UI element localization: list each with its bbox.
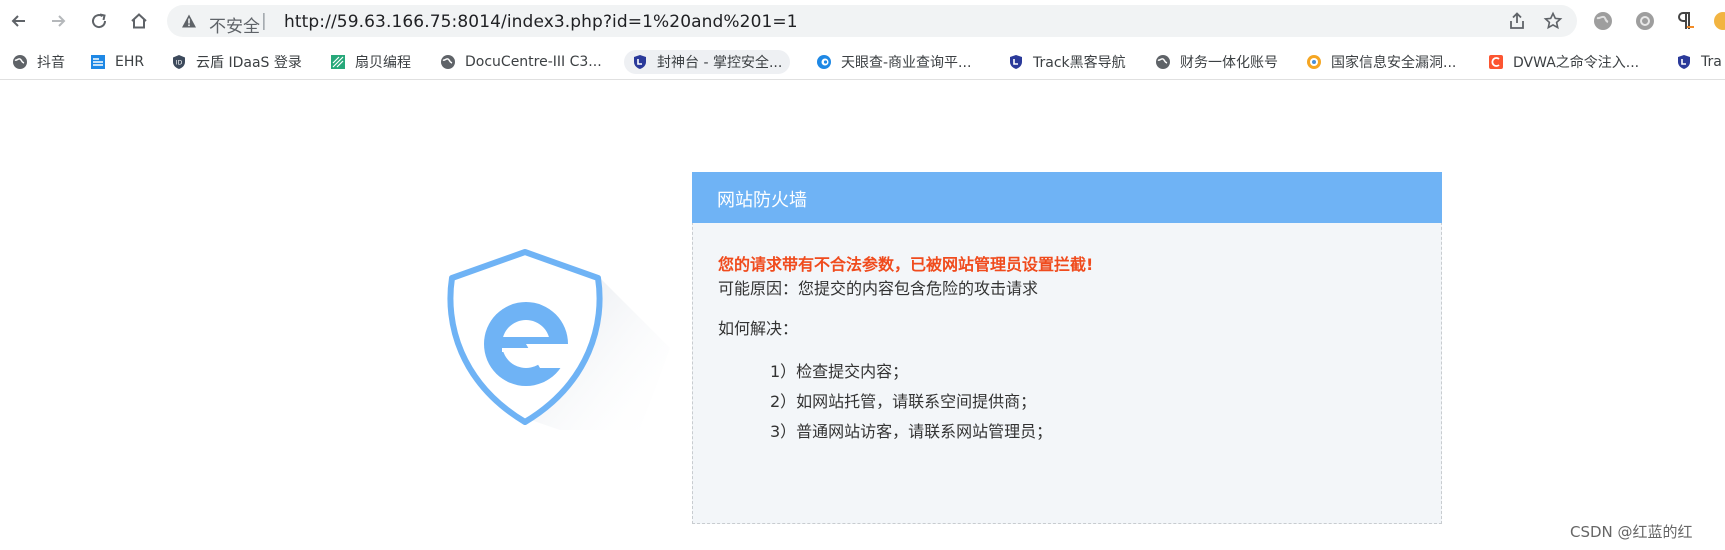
- bookmark-track[interactable]: Track黑客导航: [1000, 50, 1134, 74]
- page-title: 网站防火墙: [717, 190, 807, 211]
- warning-triangle-icon: [182, 14, 196, 28]
- solution-steps: 1）检查提交内容； 2）如网站托管，请联系空间提供商； 3）普通网站访客，请联系…: [770, 357, 1052, 447]
- forward-button[interactable]: [45, 8, 71, 34]
- csdn-watermark: CSDN @红蓝的红: [1570, 523, 1693, 541]
- extension-cookie-icon[interactable]: [1712, 10, 1725, 32]
- reload-icon: [92, 13, 107, 29]
- shanbay-icon: [330, 54, 346, 70]
- address-bar[interactable]: 不安全 | http://59.63.166.75:8014/index3.ph…: [167, 5, 1577, 37]
- solution-step: 2）如网站托管，请联系空间提供商；: [770, 392, 1037, 411]
- bookmark-fengshentai[interactable]: 封神台 - 掌控安全...: [624, 50, 791, 74]
- security-status[interactable]: 不安全: [209, 12, 260, 37]
- separator: |: [261, 11, 267, 31]
- browser-toolbar: 不安全 | http://59.63.166.75:8014/index3.ph…: [0, 0, 1725, 42]
- bookmark-douyin[interactable]: 抖音: [4, 50, 73, 74]
- url-text[interactable]: http://59.63.166.75:8014/index3.php?id=1…: [284, 12, 798, 32]
- solution-heading: 如何解决：: [718, 319, 799, 338]
- tianyancha-icon: [816, 54, 832, 70]
- bookmark-track-2[interactable]: Tra: [1668, 50, 1725, 74]
- bookmark-cnnvd[interactable]: 国家信息安全漏洞...: [1298, 50, 1464, 74]
- bookmark-tianyancha[interactable]: 天眼查-商业查询平...: [808, 50, 979, 74]
- star-icon[interactable]: [1543, 11, 1563, 31]
- idaas-icon: ID: [171, 54, 187, 70]
- shield-bookmark-icon: [1008, 54, 1024, 70]
- bookmark-finance[interactable]: 财务一体化账号: [1147, 50, 1286, 74]
- extension-settings-icon[interactable]: [1634, 10, 1656, 32]
- bookmark-dvwa[interactable]: DVWA之命令注入...: [1480, 50, 1647, 74]
- back-button[interactable]: [6, 8, 32, 34]
- arrow-right-icon: [52, 15, 66, 27]
- bookmarks-bar: 抖音 EHR ID 云盾 IDaaS 登录 扇贝编程 DocuCentre-II…: [0, 44, 1725, 80]
- extension-globe-icon[interactable]: [1592, 10, 1614, 32]
- solution-step: 1）检查提交内容；: [770, 362, 909, 381]
- ehr-icon: [90, 54, 106, 70]
- share-icon[interactable]: [1507, 11, 1527, 31]
- block-reason: 可能原因：您提交的内容包含危险的攻击请求: [718, 279, 1039, 298]
- bookmark-ehr[interactable]: EHR: [82, 50, 152, 74]
- shield-e-logo-icon: [447, 249, 670, 430]
- firewall-panel: 网站防火墙 您的请求带有不合法参数，已被网站管理员设置拦截! 可能原因：您提交的…: [692, 172, 1442, 524]
- extension-paragraph-icon[interactable]: [1674, 10, 1696, 32]
- globe-icon: [12, 54, 28, 70]
- block-alert-message: 您的请求带有不合法参数，已被网站管理员设置拦截!: [718, 255, 1094, 274]
- reload-button[interactable]: [86, 8, 112, 34]
- bookmark-shanbay[interactable]: 扇贝编程: [322, 50, 419, 74]
- globe-icon: [440, 54, 456, 70]
- home-icon: [131, 13, 147, 29]
- solution-step: 3）普通网站访客，请联系网站管理员；: [770, 422, 1053, 441]
- globe-icon: [1155, 54, 1171, 70]
- bookmark-idaas[interactable]: ID 云盾 IDaaS 登录: [163, 50, 310, 74]
- firewall-logo: [440, 248, 670, 430]
- cnnvd-icon: [1306, 54, 1322, 70]
- panel-header: 网站防火墙: [692, 172, 1442, 223]
- home-button[interactable]: [126, 8, 152, 34]
- svg-text:ID: ID: [176, 60, 183, 67]
- bookmark-docucentre[interactable]: DocuCentre-III C3...: [432, 50, 610, 74]
- csdn-icon: [1488, 54, 1504, 70]
- arrow-left-icon: [11, 15, 25, 27]
- shield-bookmark-icon: [1676, 54, 1692, 70]
- shield-bookmark-icon: [632, 54, 648, 70]
